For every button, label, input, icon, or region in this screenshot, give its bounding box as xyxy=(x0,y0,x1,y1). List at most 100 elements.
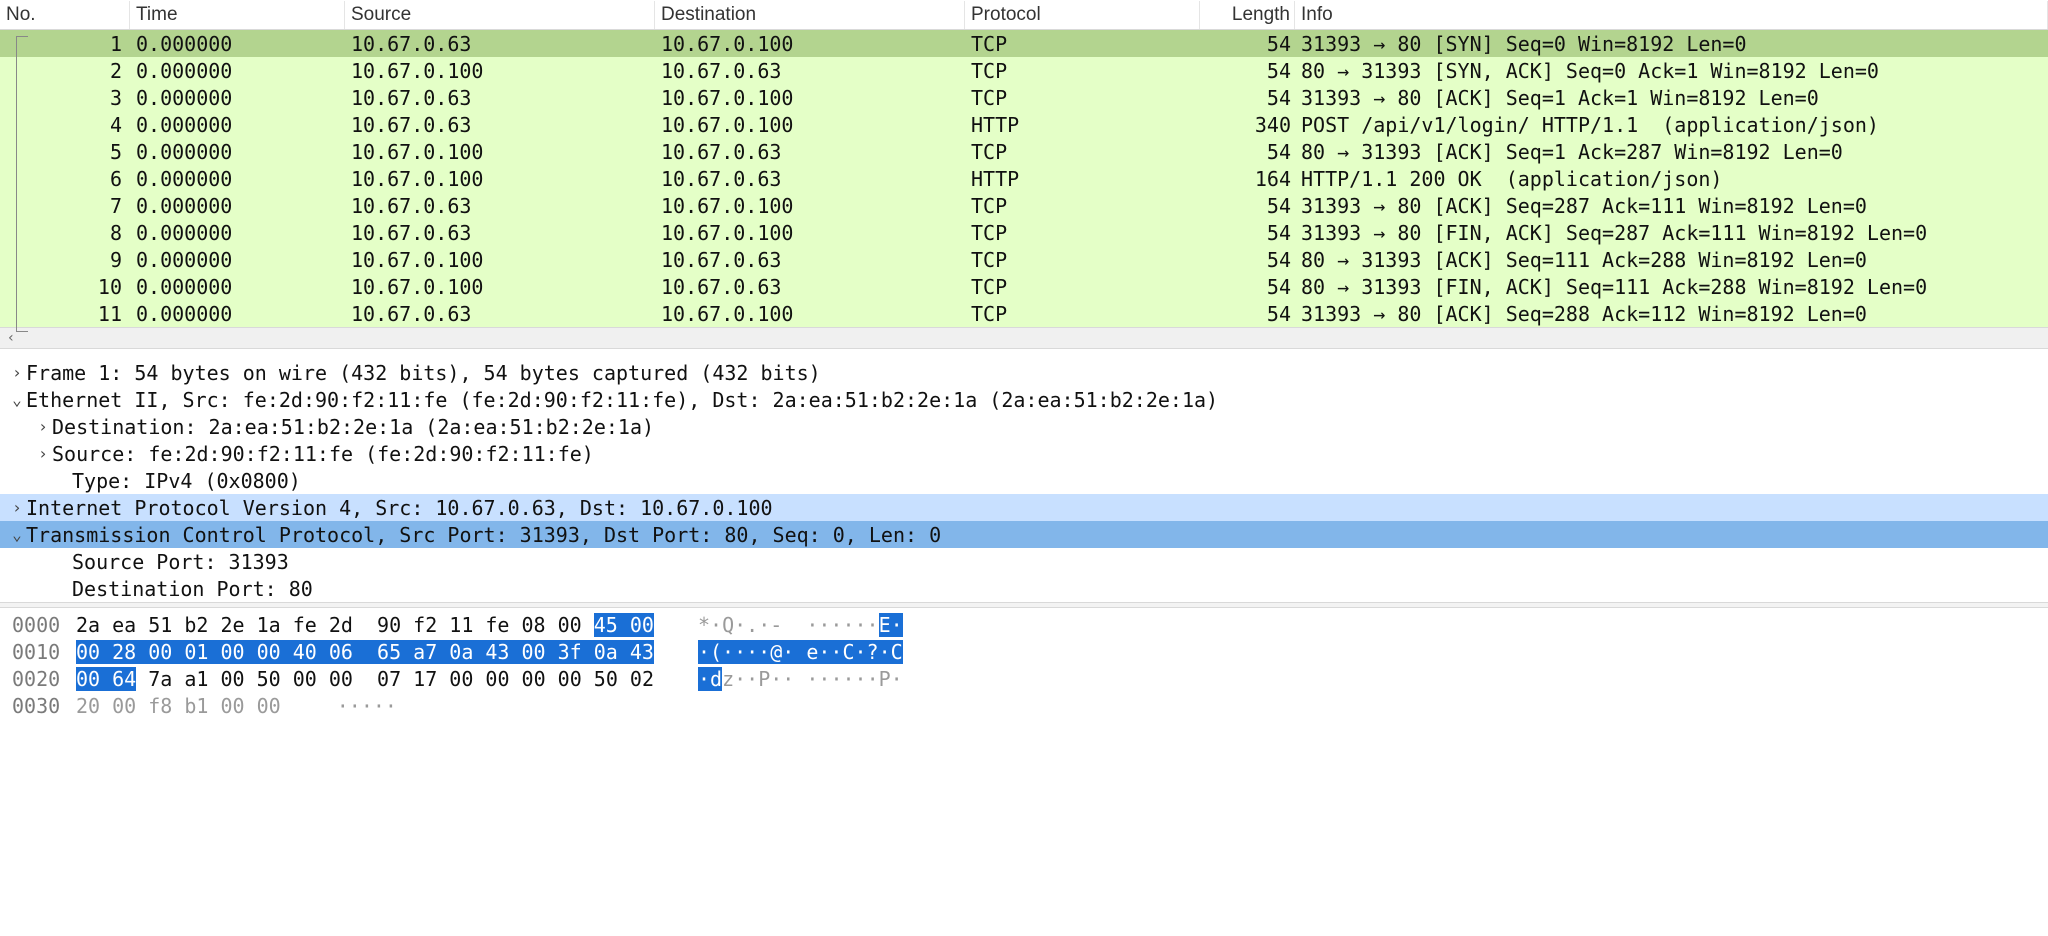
cell-dst: 10.67.0.63 xyxy=(655,248,965,272)
cell-dst: 10.67.0.100 xyxy=(655,113,965,137)
cell-no: 3 xyxy=(0,86,130,110)
cell-no: 8 xyxy=(0,221,130,245)
cell-src: 10.67.0.100 xyxy=(345,275,655,299)
hex-ascii: ·(····@· e··C·?·C xyxy=(698,639,903,666)
chevron-right-icon[interactable]: › xyxy=(34,417,52,436)
cell-time: 0.000000 xyxy=(130,140,345,164)
tree-eth-destination-label: Destination: 2a:ea:51:b2:2e:1a (2a:ea:51… xyxy=(52,415,654,439)
scroll-left-icon[interactable]: ‹ xyxy=(0,327,22,349)
chevron-down-icon[interactable]: ⌄ xyxy=(8,390,26,409)
packet-row[interactable]: 80.00000010.67.0.6310.67.0.100TCP5431393… xyxy=(0,219,2048,246)
cell-no: 11 xyxy=(0,302,130,326)
chevron-down-icon[interactable]: ⌄ xyxy=(8,525,26,544)
cell-src: 10.67.0.100 xyxy=(345,248,655,272)
cell-time: 0.000000 xyxy=(130,86,345,110)
tree-tcp-srcport-label: Source Port: 31393 xyxy=(72,550,289,574)
tree-tcp-srcport[interactable]: Source Port: 31393 xyxy=(0,548,2048,575)
cell-proto: HTTP xyxy=(965,113,1200,137)
cell-src: 10.67.0.63 xyxy=(345,86,655,110)
cell-info: 31393 → 80 [ACK] Seq=287 Ack=111 Win=819… xyxy=(1295,194,2048,218)
cell-len: 54 xyxy=(1200,221,1295,245)
cell-time: 0.000000 xyxy=(130,194,345,218)
cell-time: 0.000000 xyxy=(130,302,345,326)
cell-proto: TCP xyxy=(965,140,1200,164)
hex-bytes: 00 28 00 01 00 00 40 06 65 a7 0a 43 00 3… xyxy=(76,639,654,666)
cell-len: 164 xyxy=(1200,167,1295,191)
packet-row[interactable]: 70.00000010.67.0.6310.67.0.100TCP5431393… xyxy=(0,192,2048,219)
tree-tcp-label: Transmission Control Protocol, Src Port:… xyxy=(26,523,941,547)
cell-dst: 10.67.0.100 xyxy=(655,194,965,218)
hex-offset: 0030 xyxy=(12,693,76,720)
packet-row[interactable]: 50.00000010.67.0.10010.67.0.63TCP5480 → … xyxy=(0,138,2048,165)
cell-info: 80 → 31393 [SYN, ACK] Seq=0 Ack=1 Win=81… xyxy=(1295,59,2048,83)
hex-bytes: 20 00 f8 b1 00 00 xyxy=(76,693,281,720)
cell-time: 0.000000 xyxy=(130,275,345,299)
cell-info: POST /api/v1/login/ HTTP/1.1 (applicatio… xyxy=(1295,113,2048,137)
col-header-source[interactable]: Source xyxy=(345,1,655,29)
packet-row[interactable]: 60.00000010.67.0.10010.67.0.63HTTP164HTT… xyxy=(0,165,2048,192)
col-header-time[interactable]: Time xyxy=(130,1,345,29)
tree-eth-type-label: Type: IPv4 (0x0800) xyxy=(72,469,301,493)
cell-time: 0.000000 xyxy=(130,59,345,83)
cell-no: 6 xyxy=(0,167,130,191)
tree-ethernet[interactable]: ⌄ Ethernet II, Src: fe:2d:90:f2:11:fe (f… xyxy=(0,386,2048,413)
cell-time: 0.000000 xyxy=(130,248,345,272)
cell-len: 54 xyxy=(1200,302,1295,326)
packet-row[interactable]: 20.00000010.67.0.10010.67.0.63TCP5480 → … xyxy=(0,57,2048,84)
chevron-right-icon[interactable]: › xyxy=(34,444,52,463)
cell-dst: 10.67.0.63 xyxy=(655,59,965,83)
packet-row[interactable]: 110.00000010.67.0.6310.67.0.100TCP543139… xyxy=(0,300,2048,327)
packet-list-scrollbar[interactable]: ‹ xyxy=(0,327,2048,349)
col-header-no[interactable]: No. xyxy=(0,1,130,29)
hex-row-0030[interactable]: 0030 20 00 f8 b1 00 00 ····· xyxy=(12,693,2048,720)
col-header-info[interactable]: Info xyxy=(1295,1,2048,29)
cell-proto: TCP xyxy=(965,221,1200,245)
chevron-right-icon[interactable]: › xyxy=(8,363,26,382)
packet-list-header: No. Time Source Destination Protocol Len… xyxy=(0,0,2048,30)
cell-proto: TCP xyxy=(965,275,1200,299)
cell-dst: 10.67.0.100 xyxy=(655,302,965,326)
hex-row-0010[interactable]: 0010 00 28 00 01 00 00 40 06 65 a7 0a 43… xyxy=(12,639,2048,666)
cell-len: 54 xyxy=(1200,32,1295,56)
cell-proto: TCP xyxy=(965,194,1200,218)
cell-src: 10.67.0.63 xyxy=(345,221,655,245)
tree-ip-label: Internet Protocol Version 4, Src: 10.67.… xyxy=(26,496,773,520)
cell-proto: TCP xyxy=(965,86,1200,110)
tree-eth-source[interactable]: › Source: fe:2d:90:f2:11:fe (fe:2d:90:f2… xyxy=(0,440,2048,467)
col-header-destination[interactable]: Destination xyxy=(655,1,965,29)
packet-row[interactable]: 10.00000010.67.0.6310.67.0.100TCP5431393… xyxy=(0,30,2048,57)
packet-row[interactable]: 30.00000010.67.0.6310.67.0.100TCP5431393… xyxy=(0,84,2048,111)
cell-no: 9 xyxy=(0,248,130,272)
packet-row[interactable]: 90.00000010.67.0.10010.67.0.63TCP5480 → … xyxy=(0,246,2048,273)
packet-bytes-pane[interactable]: 0000 2a ea 51 b2 2e 1a fe 2d 90 f2 11 fe… xyxy=(0,608,2048,720)
cell-dst: 10.67.0.63 xyxy=(655,275,965,299)
cell-info: 80 → 31393 [ACK] Seq=111 Ack=288 Win=819… xyxy=(1295,248,2048,272)
tree-ip[interactable]: › Internet Protocol Version 4, Src: 10.6… xyxy=(0,494,2048,521)
col-header-length[interactable]: Length xyxy=(1200,1,1295,29)
cell-dst: 10.67.0.63 xyxy=(655,167,965,191)
packet-row[interactable]: 40.00000010.67.0.6310.67.0.100HTTP340POS… xyxy=(0,111,2048,138)
hex-row-0000[interactable]: 0000 2a ea 51 b2 2e 1a fe 2d 90 f2 11 fe… xyxy=(12,612,2048,639)
cell-no: 5 xyxy=(0,140,130,164)
cell-info: 31393 → 80 [SYN] Seq=0 Win=8192 Len=0 xyxy=(1295,32,2048,56)
hex-row-0020[interactable]: 0020 00 64 7a a1 00 50 00 00 07 17 00 00… xyxy=(12,666,2048,693)
packet-list-body: 10.00000010.67.0.6310.67.0.100TCP5431393… xyxy=(0,30,2048,327)
cell-proto: TCP xyxy=(965,59,1200,83)
col-header-protocol[interactable]: Protocol xyxy=(965,1,1200,29)
cell-time: 0.000000 xyxy=(130,32,345,56)
cell-proto: TCP xyxy=(965,248,1200,272)
hex-ascii: ·dz··P·· ······P· xyxy=(698,666,903,693)
cell-len: 54 xyxy=(1200,248,1295,272)
cell-src: 10.67.0.63 xyxy=(345,32,655,56)
tree-eth-type[interactable]: Type: IPv4 (0x0800) xyxy=(0,467,2048,494)
cell-proto: HTTP xyxy=(965,167,1200,191)
cell-no: 10 xyxy=(0,275,130,299)
tree-tcp-dstport[interactable]: Destination Port: 80 xyxy=(0,575,2048,602)
chevron-right-icon[interactable]: › xyxy=(8,498,26,517)
cell-proto: TCP xyxy=(965,302,1200,326)
tree-eth-destination[interactable]: › Destination: 2a:ea:51:b2:2e:1a (2a:ea:… xyxy=(0,413,2048,440)
tree-frame[interactable]: › Frame 1: 54 bytes on wire (432 bits), … xyxy=(0,359,2048,386)
tree-tcp[interactable]: ⌄ Transmission Control Protocol, Src Por… xyxy=(0,521,2048,548)
packet-row[interactable]: 100.00000010.67.0.10010.67.0.63TCP5480 →… xyxy=(0,273,2048,300)
cell-info: 31393 → 80 [FIN, ACK] Seq=287 Ack=111 Wi… xyxy=(1295,221,2048,245)
